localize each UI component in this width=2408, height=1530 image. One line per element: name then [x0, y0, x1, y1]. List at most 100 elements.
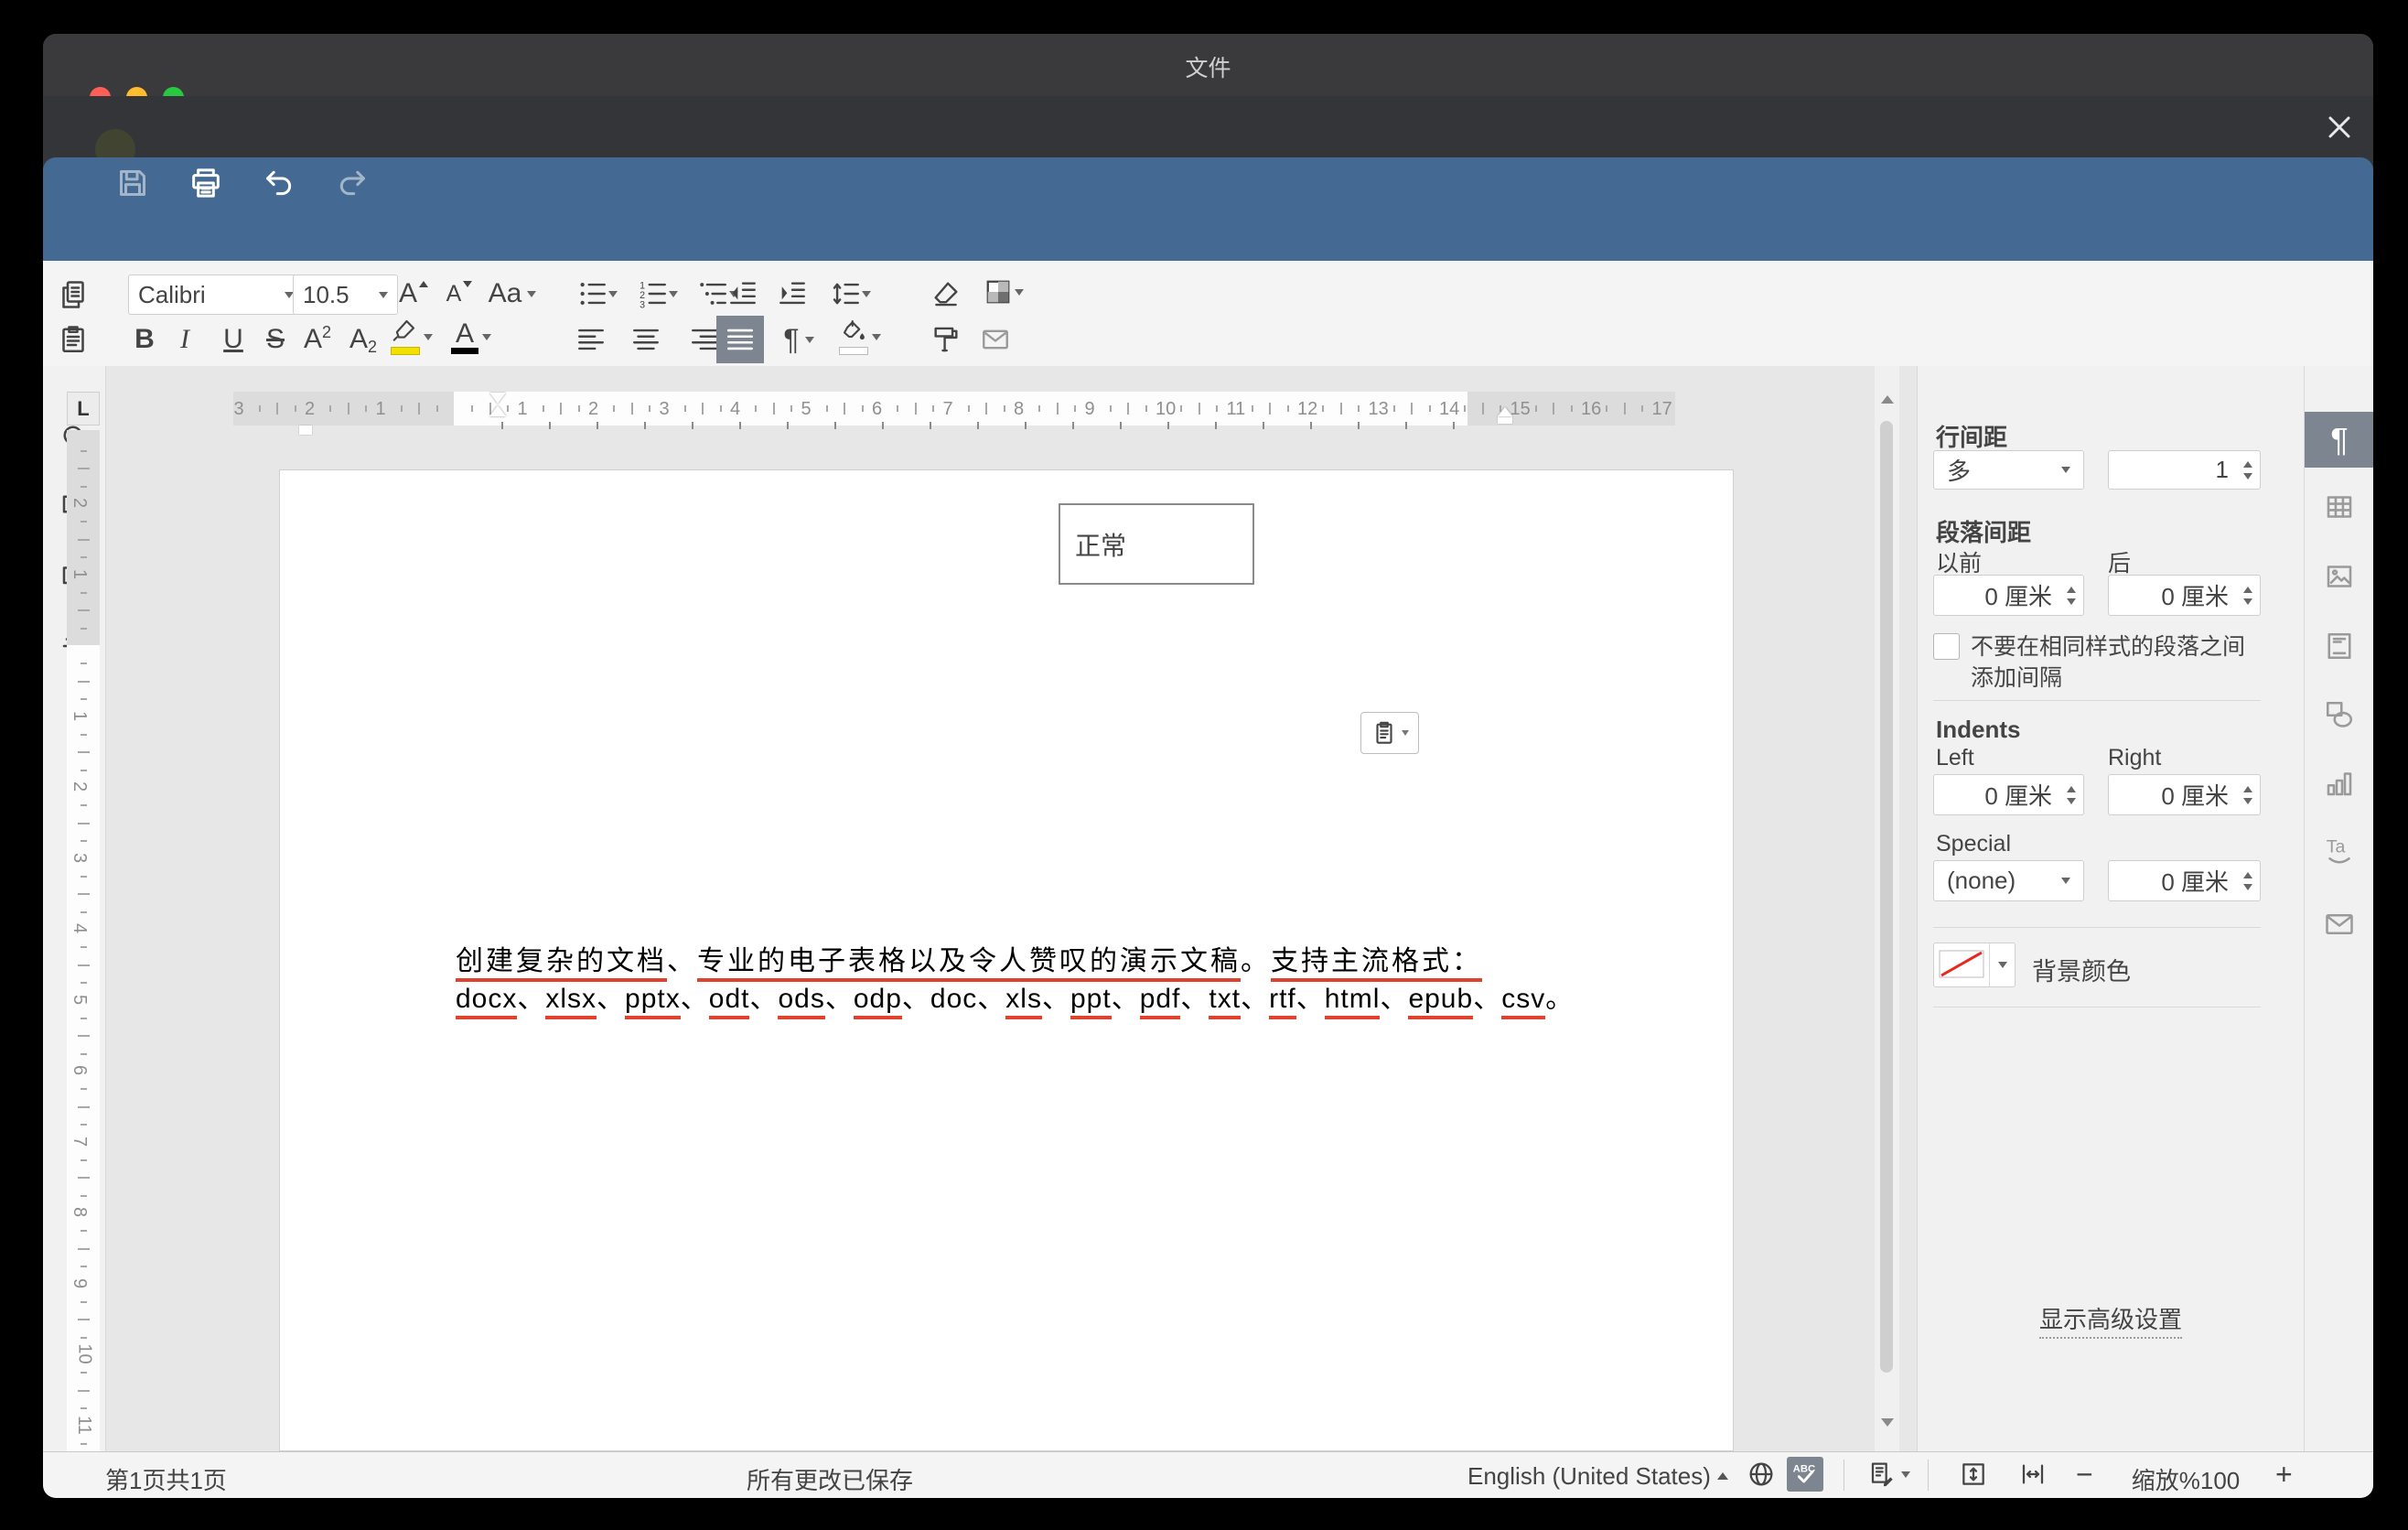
justify-button-active[interactable]	[716, 316, 764, 363]
spell-check-icon[interactable]: ABC	[1787, 1457, 1823, 1492]
table-settings-icon[interactable]	[2323, 490, 2356, 523]
bullets-button[interactable]	[570, 273, 625, 315]
document-language-icon[interactable]	[1743, 1457, 1779, 1492]
align-center-button[interactable]	[625, 318, 667, 361]
font-size-select[interactable]: 10.5	[293, 275, 398, 315]
line-spacing-mode-select[interactable]: 多	[1933, 450, 2084, 490]
increase-indent-button[interactable]	[771, 273, 813, 315]
subscript-button[interactable]: A2	[342, 318, 384, 361]
fit-width-icon[interactable]	[2015, 1457, 2051, 1492]
ruler-tick	[985, 403, 987, 415]
headers-footers-settings-icon[interactable]	[2323, 630, 2356, 663]
bold-button[interactable]: B	[124, 318, 166, 361]
paste-options-button[interactable]	[1360, 712, 1419, 754]
show-paragraph-marks-button[interactable]: ¶	[771, 318, 826, 361]
decrease-indent-button[interactable]	[722, 273, 764, 315]
paragraph-settings-icon[interactable]: ¶	[2305, 412, 2373, 468]
spacing-after-spinner[interactable]: 0 厘米	[2108, 575, 2261, 616]
first-line-indent-marker[interactable]	[489, 393, 506, 416]
document-text: 、	[517, 984, 545, 1014]
document-paragraph-line2[interactable]: docx、xlsx、pptx、odt、ods、odp、doc、xls、ppt、p…	[456, 975, 1574, 1016]
language-selector[interactable]: English (United States)	[1467, 1462, 1711, 1491]
text-art-settings-icon[interactable]: Ta	[2323, 835, 2356, 867]
ruler-tick	[78, 893, 90, 895]
save-icon[interactable]	[114, 165, 151, 201]
highlight-color-button[interactable]	[386, 316, 437, 358]
paragraph-fill-button[interactable]	[832, 316, 888, 358]
spin-up-icon[interactable]	[2243, 461, 2252, 468]
zoom-in-button[interactable]: +	[2275, 1458, 2293, 1492]
spin-down-icon[interactable]	[2243, 598, 2252, 605]
font-color-button[interactable]: A	[446, 316, 497, 358]
paste-button[interactable]	[52, 318, 94, 361]
underline-button[interactable]: U	[212, 318, 254, 361]
scroll-down-icon[interactable]	[1881, 1418, 1894, 1427]
superscript-button[interactable]: A2	[296, 318, 339, 361]
spin-up-icon[interactable]	[2243, 872, 2252, 878]
special-indent-spinner[interactable]: 0 厘米	[2108, 860, 2261, 901]
background-color-picker[interactable]	[1933, 943, 2016, 987]
indent-left-spinner[interactable]: 0 厘米	[1933, 774, 2084, 815]
print-icon[interactable]	[188, 165, 224, 201]
zoom-out-button[interactable]: −	[2076, 1458, 2093, 1492]
italic-button[interactable]: I	[164, 318, 206, 361]
spin-up-icon[interactable]	[2243, 786, 2252, 792]
spin-down-icon[interactable]	[2243, 473, 2252, 479]
horizontal-ruler[interactable]: 3211234567891011121314151617	[233, 392, 1675, 426]
shape-settings-icon[interactable]	[2323, 698, 2356, 731]
right-indent-marker[interactable]	[1498, 407, 1512, 424]
mail-merge-icon[interactable]	[974, 318, 1016, 361]
numbering-button[interactable]: 123	[630, 273, 685, 315]
undo-icon[interactable]	[261, 165, 297, 201]
spin-down-icon[interactable]	[2067, 598, 2076, 605]
ruler-number: 9	[69, 1277, 90, 1288]
spin-up-icon[interactable]	[2067, 786, 2076, 792]
spacing-before-spinner[interactable]: 0 厘米	[1933, 575, 2084, 616]
left-indent-marker[interactable]	[299, 426, 312, 435]
image-settings-icon[interactable]	[2323, 560, 2356, 593]
page-indicator[interactable]: 第1页共1页	[105, 1462, 227, 1496]
clear-style-button[interactable]	[925, 273, 967, 315]
copy-style-button[interactable]	[925, 318, 967, 361]
no-spacing-between-checkbox[interactable]	[1933, 633, 1960, 660]
mail-merge-settings-icon[interactable]	[2323, 908, 2356, 941]
document-paragraph-line1[interactable]: 创建复杂的文档、专业的电子表格以及令人赞叹的演示文稿。支持主流格式：	[456, 938, 1482, 978]
spin-up-icon[interactable]	[2067, 587, 2076, 593]
redo-icon[interactable]	[334, 165, 371, 201]
strikethrough-button[interactable]: S	[254, 318, 296, 361]
special-indent-select[interactable]: (none)	[1933, 860, 2084, 901]
misspelled-text: odp	[854, 984, 902, 1019]
align-left-button[interactable]	[570, 318, 612, 361]
ruler-tick	[81, 911, 87, 913]
scroll-up-icon[interactable]	[1881, 395, 1894, 404]
vertical-scrollbar[interactable]	[1875, 366, 1899, 1451]
ruler-tick	[81, 1407, 87, 1409]
spin-down-icon[interactable]	[2067, 798, 2076, 804]
line-spacing-value-spinner[interactable]: 1	[2108, 450, 2261, 490]
decrease-font-button[interactable]: A	[438, 273, 480, 315]
show-advanced-settings-link[interactable]: 显示高级设置	[1918, 1301, 2304, 1335]
indent-right-spinner[interactable]: 0 厘米	[2108, 774, 2261, 815]
ruler-number: 13	[1369, 399, 1389, 420]
style-cell-1[interactable]: 正常	[1059, 503, 1254, 585]
special-indent-value: (none)	[1947, 867, 2016, 895]
spin-down-icon[interactable]	[2243, 798, 2252, 804]
copy-button[interactable]	[52, 274, 94, 316]
spin-up-icon[interactable]	[2243, 587, 2252, 593]
spin-down-icon[interactable]	[2243, 884, 2252, 890]
change-case-button[interactable]: Aa	[484, 273, 541, 315]
chart-settings-icon[interactable]	[2323, 767, 2356, 800]
tab-stop-selector[interactable]: L	[67, 392, 100, 426]
no-spacing-between-label: 不要在相同样式的段落之间添加间隔	[1971, 631, 2263, 694]
close-icon[interactable]	[2321, 109, 2358, 145]
fit-page-icon[interactable]	[1955, 1457, 1992, 1492]
track-changes-icon[interactable]	[1862, 1457, 1915, 1492]
shading-color-button[interactable]	[974, 271, 1031, 313]
ruler-tick	[578, 405, 580, 412]
vertical-ruler[interactable]: 211234567891011	[67, 430, 100, 1451]
ruler-tick	[81, 556, 87, 558]
line-spacing-button[interactable]	[822, 273, 879, 315]
scrollbar-thumb[interactable]	[1880, 421, 1893, 1373]
increase-font-button[interactable]: A	[392, 273, 435, 315]
font-name-select[interactable]: Calibri	[128, 275, 304, 315]
